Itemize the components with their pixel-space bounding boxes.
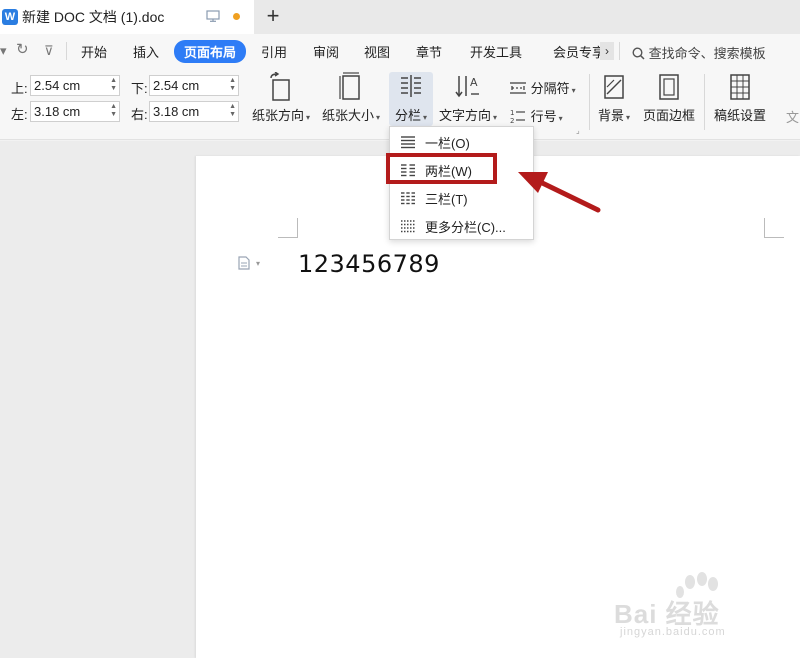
separator-label: 分隔符 xyxy=(530,81,570,96)
line-number-button[interactable]: 1 2 行号 ▾ xyxy=(509,106,563,125)
columns-option-one[interactable]: 一栏(O) xyxy=(390,129,533,155)
menu-item-insert[interactable]: 插入 xyxy=(133,42,159,61)
margin-bottom-label: 下: xyxy=(131,81,148,96)
margin-corner-mark xyxy=(278,218,298,238)
one-column-icon xyxy=(401,136,415,149)
separator-icon xyxy=(510,82,526,94)
more-columns-icon xyxy=(401,220,415,233)
manuscript-label: 稿纸设置 xyxy=(713,108,766,123)
wps-logo-icon: W xyxy=(2,9,18,25)
margin-corner-mark xyxy=(764,218,784,238)
menu-item-member[interactable]: 会员专享 xyxy=(553,42,600,61)
columns-option-label: 一栏(O) xyxy=(425,135,470,151)
orientation-button[interactable]: 纸张方向 ▾ xyxy=(250,72,312,132)
margin-left-value: 3.18 cm xyxy=(34,104,81,119)
menu-item-home[interactable]: 开始 xyxy=(81,42,107,61)
menu-item-section[interactable]: 章节 xyxy=(416,42,442,61)
menu-item-developer[interactable]: 开发工具 xyxy=(470,42,522,61)
paper-size-label: 纸张大小 ▾ xyxy=(321,108,381,123)
group-expand-icon[interactable]: ⌟ xyxy=(576,126,580,135)
manuscript-button[interactable]: 稿纸设置 xyxy=(710,72,770,132)
page-border-label: 页面边框 xyxy=(642,108,695,123)
divider xyxy=(704,74,705,130)
columns-button[interactable]: 分栏 ▾ xyxy=(389,72,433,126)
menu-item-view[interactable]: 视图 xyxy=(364,42,390,61)
manuscript-icon xyxy=(730,74,750,100)
highlight-annotation xyxy=(386,153,497,184)
red-arrow-annotation xyxy=(518,172,601,213)
document-title: 新建 DOC 文档 (1).doc xyxy=(22,9,165,25)
background-button[interactable]: 背景 ▾ xyxy=(594,72,634,132)
margin-right-input[interactable]: 3.18 cm ▲ ▼ xyxy=(149,101,239,122)
paper-size-icon xyxy=(339,72,360,100)
divider xyxy=(619,42,620,60)
divider xyxy=(589,74,590,130)
paper-size-button[interactable]: 纸张大小 ▾ xyxy=(320,72,382,132)
monitor-icon[interactable] xyxy=(206,10,220,22)
spin-arrows-icon[interactable]: ▲ ▼ xyxy=(229,103,236,119)
new-tab-button[interactable]: + xyxy=(262,4,284,28)
redo-icon[interactable]: ↻ xyxy=(16,40,29,58)
page-border-button[interactable]: 页面边框 xyxy=(640,72,698,132)
menu-item-review[interactable]: 审阅 xyxy=(313,42,339,61)
text-direction-label: 文字方向 ▾ xyxy=(438,108,498,123)
divider xyxy=(66,42,67,60)
margin-right-value: 3.18 cm xyxy=(153,104,200,119)
separator-button[interactable]: 分隔符 ▾ xyxy=(509,78,576,97)
spin-arrows-icon[interactable]: ▲ ▼ xyxy=(110,103,117,119)
margin-bottom-input[interactable]: 2.54 cm ▲ ▼ xyxy=(149,75,239,96)
dropdown-small-icon[interactable]: ▾ xyxy=(0,43,7,59)
search-placeholder: 查找命令、搜索模板 xyxy=(648,46,766,61)
svg-text:2: 2 xyxy=(510,117,514,124)
line-number-label: 行号 xyxy=(530,109,557,124)
margin-bottom-value: 2.54 cm xyxy=(153,78,200,93)
margin-left-label: 左: xyxy=(11,107,28,122)
text-direction-button[interactable]: A 文字方向 ▾ xyxy=(437,72,499,132)
background-icon xyxy=(604,75,624,99)
customize-quick-access-icon[interactable]: ⊽ xyxy=(44,43,54,59)
search-icon xyxy=(632,47,645,60)
paragraph-caret-icon[interactable]: ▾ xyxy=(256,259,260,268)
spin-arrows-icon[interactable]: ▲ ▼ xyxy=(229,77,236,93)
text-direction-icon: A xyxy=(455,76,479,98)
orientation-icon xyxy=(270,72,290,101)
watermark-url: jingyan.baidu.com xyxy=(620,626,726,638)
spin-arrows-icon[interactable]: ▲ ▼ xyxy=(110,77,117,93)
page-border-icon xyxy=(659,74,679,100)
svg-text:1: 1 xyxy=(510,109,514,117)
orientation-label: 纸张方向 ▾ xyxy=(251,108,311,123)
svg-text:A: A xyxy=(470,76,478,89)
line-number-icon: 1 2 xyxy=(510,109,525,125)
menu-item-page-layout[interactable]: 页面布局 xyxy=(174,40,247,63)
title-bar: W 新建 DOC 文档 (1).doc + xyxy=(0,0,800,34)
margin-top-label: 上: xyxy=(11,81,28,96)
columns-option-label: 更多分栏(C)... xyxy=(425,219,506,235)
command-search[interactable]: 查找命令、搜索模板 xyxy=(632,43,766,62)
document-text[interactable]: 123456789 xyxy=(298,250,440,278)
menu-bar: ▾ ↻ ⊽ 开始 插入 页面布局 引用 审阅 视图 章节 开发工具 会员专享 ›… xyxy=(0,34,800,68)
columns-icon xyxy=(401,75,421,97)
margin-top-input[interactable]: 2.54 cm ▲ ▼ xyxy=(30,75,120,96)
toolbar-cutoff-label: 文 xyxy=(786,110,800,125)
columns-label: 分栏 ▾ xyxy=(394,108,428,123)
margin-top-value: 2.54 cm xyxy=(34,78,81,93)
background-label: 背景 ▾ xyxy=(597,108,631,123)
paragraph-handle-icon[interactable] xyxy=(238,256,250,270)
menu-more-arrow[interactable]: › xyxy=(600,42,614,60)
margin-left-input[interactable]: 3.18 cm ▲ ▼ xyxy=(30,101,120,122)
columns-option-label: 三栏(T) xyxy=(425,191,468,207)
document-tab[interactable]: W 新建 DOC 文档 (1).doc xyxy=(0,0,254,34)
margin-right-label: 右: xyxy=(131,107,148,122)
menu-item-references[interactable]: 引用 xyxy=(261,42,287,61)
unsaved-indicator xyxy=(233,13,240,20)
three-columns-icon xyxy=(401,192,415,205)
